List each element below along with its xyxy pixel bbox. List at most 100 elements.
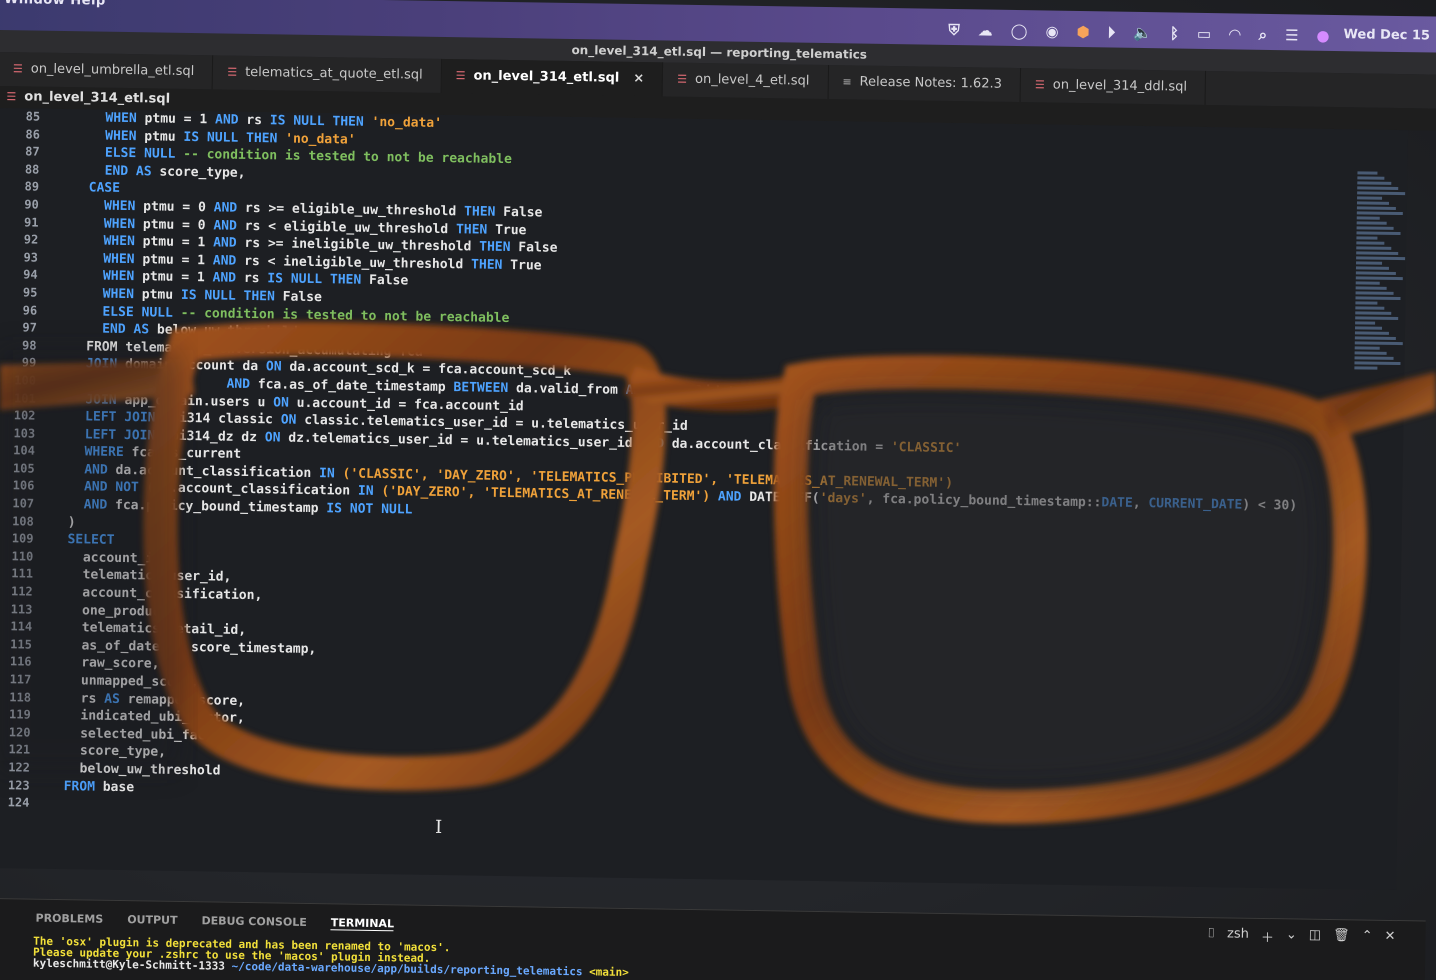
line-number: 95 xyxy=(22,285,38,300)
line-number: 117 xyxy=(9,672,32,687)
wifi-icon[interactable]: ◠ xyxy=(1229,25,1241,43)
code-token: u.account_id = fca.account_id xyxy=(296,395,524,414)
minimap-line xyxy=(1356,256,1406,261)
minimap-line xyxy=(1354,326,1383,330)
tab-terminal[interactable]: TERMINAL xyxy=(330,916,395,932)
screen: Window Help ⛨ ☁ ◯ ◉ ⬢ ⏵ 🔈 ᛒ ▭ ◠ ⌕ ☰ ● We… xyxy=(0,0,1436,980)
code-token: IS NOT NULL xyxy=(326,501,413,518)
code-token: ) xyxy=(67,514,76,530)
close-icon[interactable]: ✕ xyxy=(1384,929,1395,948)
code-token: ) < 30) xyxy=(1242,498,1298,514)
color-wheel-icon[interactable]: ⬢ xyxy=(1076,23,1089,41)
battery-icon[interactable]: ▭ xyxy=(1197,25,1211,43)
chevron-up-icon[interactable]: ⌃ xyxy=(1361,929,1373,948)
minimap[interactable] xyxy=(1353,169,1407,430)
code-token: END AS xyxy=(70,321,158,338)
code-token: CASE xyxy=(72,180,121,197)
circle-icon[interactable]: ◯ xyxy=(1011,22,1028,40)
split-terminal-icon[interactable]: ◫ xyxy=(1309,928,1322,947)
code-token: fca.as_of_date_timestamp xyxy=(257,377,454,396)
code-editor[interactable]: 85 86 87 88 89 90 91 92 93 94 95 96 97 98 99 100 101 102 1… xyxy=(0,107,1409,891)
code-token: base xyxy=(102,779,135,795)
search-icon[interactable]: ⌕ xyxy=(1259,26,1268,44)
tab-debug-console[interactable]: DEBUG CONSOLE xyxy=(201,914,306,930)
line-number: 90 xyxy=(24,197,39,212)
code-area[interactable]: WHEN ptmu = 1 AND rs IS NULL THEN 'no_da… xyxy=(63,109,1303,832)
code-token: as_of_date xyxy=(65,637,168,655)
bluetooth-icon[interactable]: ᛒ xyxy=(1170,24,1179,42)
shell-label[interactable]: zsh xyxy=(1227,926,1249,945)
database-icon: ☰ xyxy=(1034,78,1045,92)
code-token: ubi314_dz dz xyxy=(162,428,265,445)
prompt-branch: <main> xyxy=(589,965,629,979)
database-icon: ☰ xyxy=(677,72,688,86)
code-token: AND xyxy=(640,435,672,452)
code-token: DATEDIFF( xyxy=(749,490,820,507)
shield-icon[interactable]: ⛨ xyxy=(948,21,960,39)
minimap-line xyxy=(1356,231,1401,236)
line-number: 112 xyxy=(10,584,33,599)
code-token: ptmu = 1 xyxy=(142,269,213,286)
volume-icon[interactable]: 🔈 xyxy=(1133,24,1152,42)
close-icon[interactable]: × xyxy=(633,62,644,96)
line-number: 99 xyxy=(21,355,37,370)
code-token: IS NULL THEN xyxy=(269,113,364,130)
code-token: ON xyxy=(273,394,297,411)
tab-output[interactable]: OUTPUT xyxy=(127,913,177,928)
code-token: 'days' xyxy=(819,491,867,508)
minimap-line xyxy=(1355,266,1389,270)
line-number: 93 xyxy=(23,250,39,265)
chevron-down-icon[interactable]: ⌄ xyxy=(1286,927,1297,946)
minimap-line xyxy=(1354,331,1389,335)
minimap-line xyxy=(1355,321,1376,325)
tab-4[interactable]: ≡ Release Notes: 1.62.3 xyxy=(828,65,1022,103)
siri-icon[interactable]: ● xyxy=(1316,27,1329,45)
tab-problems[interactable]: PROBLEMS xyxy=(35,912,103,927)
line-number: 97 xyxy=(22,320,37,335)
line-number: 105 xyxy=(12,461,35,476)
code-token: 'CLASSIC' xyxy=(890,439,962,456)
cloud-icon[interactable]: ☁ xyxy=(978,21,993,39)
tab-5[interactable]: ☰ on_level_314_ddl.sql xyxy=(1020,68,1207,105)
line-number: 92 xyxy=(23,232,39,247)
minimap-line xyxy=(1354,341,1403,346)
code-token: IS NULL THEN xyxy=(267,271,370,289)
code-token: AND xyxy=(212,270,237,287)
code-token: telematics_detail_id, xyxy=(66,620,247,639)
line-number: 110 xyxy=(11,549,34,564)
minimap-line xyxy=(1356,246,1392,250)
tab-0[interactable]: ☰ on_level_umbrella_etl.sql xyxy=(0,51,214,90)
code-token: rs xyxy=(64,690,105,707)
play-icon[interactable]: ⏵ xyxy=(1108,23,1116,41)
menubar-clock[interactable]: Wed Dec 15 1 xyxy=(1343,27,1436,44)
code-token: ('DAY_ZERO', 'TELEMATICS_AT_RENEWAL_TERM… xyxy=(381,484,711,505)
minimap-line xyxy=(1357,181,1392,185)
tab-1[interactable]: ☰ telematics_at_quote_etl.sql xyxy=(212,55,442,93)
menubar-app-menus[interactable]: Window Help xyxy=(4,0,106,9)
line-number-gutter: 85 86 87 88 89 90 91 92 93 94 95 96 97 98 99 100 101 102 1… xyxy=(0,108,58,813)
code-token: ptmu = 1 xyxy=(142,234,214,251)
breadcrumb-file[interactable]: on_level_314_etl.sql xyxy=(24,89,170,106)
add-terminal-icon[interactable]: ＋ xyxy=(1261,927,1274,946)
code-token: ELSE NULL xyxy=(71,303,181,321)
code-token: True xyxy=(510,257,542,274)
tab-label: telematics_at_quote_etl.sql xyxy=(245,64,423,83)
code-token: WHEN xyxy=(71,286,142,303)
code-token: 'no_data' xyxy=(363,114,443,131)
minimap-line xyxy=(1355,281,1380,285)
terminal-output[interactable]: The 'osx' plugin is deprecated and has b… xyxy=(33,935,630,979)
minimap-line xyxy=(1357,176,1385,180)
line-number: 108 xyxy=(12,513,34,529)
code-token: ptmu xyxy=(144,128,184,145)
control-center-icon[interactable]: ☰ xyxy=(1285,26,1299,44)
code-token: THEN xyxy=(455,221,496,238)
code-token: WHEN xyxy=(72,233,143,250)
ring-icon[interactable]: ◉ xyxy=(1045,22,1058,40)
tab-2[interactable]: ☰ on_level_314_etl.sql × xyxy=(441,58,664,97)
minimap-line xyxy=(1354,336,1396,340)
minimap-line xyxy=(1354,356,1394,360)
code-token: unmapped_score, xyxy=(65,673,199,691)
tab-3[interactable]: ☰ on_level_4_etl.sql xyxy=(662,62,829,100)
trash-icon[interactable]: 🗑 xyxy=(1333,928,1350,947)
code-token: THEN xyxy=(479,239,519,256)
